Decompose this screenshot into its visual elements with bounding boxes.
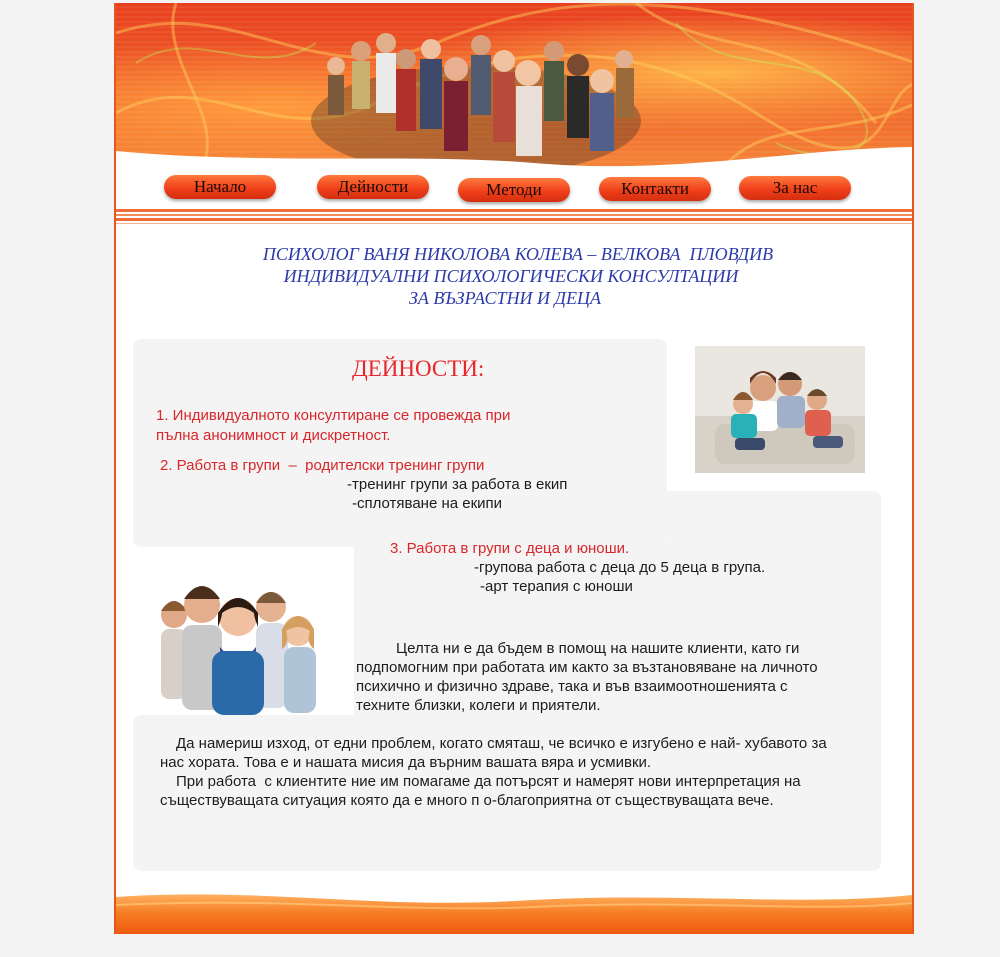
nav-methods-button[interactable]: Методи	[458, 178, 570, 202]
nav-activities-button[interactable]: Дейности	[317, 175, 429, 199]
mission-paragraph-line: съществуващата ситуация която да е много…	[160, 792, 774, 809]
activity-3-sub-2: -арт терапия с юноши	[480, 578, 633, 595]
activity-2-line-1: 2. Работа в групи – родителски тренинг г…	[160, 457, 485, 474]
mission-paragraph-line: нас хората. Това е и нашата мисия да вър…	[160, 754, 652, 771]
banner-wave	[116, 147, 912, 178]
mission-paragraph-line: техните близки, колеги и приятели.	[356, 697, 601, 714]
main-navigation: Начало Дейности Методи Контакти За нас	[116, 175, 912, 205]
activities-title: ДЕЙНОСТИ:	[352, 356, 485, 381]
activity-1-line-2: пълна анонимност и дискретност.	[156, 427, 391, 444]
separator-line	[116, 223, 912, 224]
separator-line	[116, 209, 912, 212]
family-photo	[695, 346, 865, 473]
nav-contacts-button[interactable]: Контакти	[599, 177, 711, 201]
mission-paragraph-line: Да намериш изход, от едни проблем, когат…	[176, 735, 827, 752]
page-headline: ПСИХОЛОГ ВАНЯ НИКОЛОВА КОЛЕВА – ВЕЛКОВА …	[116, 243, 912, 309]
headline-line-1: ПСИХОЛОГ ВАНЯ НИКОЛОВА КОЛЕВА – ВЕЛКОВА …	[262, 244, 774, 264]
header-banner	[116, 3, 912, 178]
nav-home-button[interactable]: Начало	[164, 175, 276, 199]
activity-3-line-1: 3. Работа в групи с деца и юноши.	[390, 540, 630, 557]
nav-about-button[interactable]: За нас	[739, 176, 851, 200]
mission-paragraph-line: подпомогним при работата им както за въз…	[356, 659, 818, 676]
activity-1-line-1: 1. Индивидуалното консултиране се провеж…	[156, 407, 511, 424]
page-container: Начало Дейности Методи Контакти За нас П…	[114, 3, 914, 934]
activities-panel	[667, 491, 881, 547]
mission-paragraph-line: психично и физично здраве, така и във вз…	[356, 678, 788, 695]
teens-photo	[156, 555, 326, 715]
mission-paragraph-line: При работа с клиентите ние им помагаме д…	[176, 773, 801, 790]
headline-line-3: ЗА ВЪЗРАСТНИ И ДЕЦА	[408, 288, 602, 308]
footer-wave	[116, 894, 912, 934]
mission-paragraph-line: Целта ни е да бъдем в помощ на нашите кл…	[396, 640, 800, 657]
separator-line	[116, 218, 912, 221]
separator-line	[116, 214, 912, 216]
activity-2-sub-2: -сплотяване на екипи	[352, 495, 503, 512]
headline-line-2: ИНДИВИДУАЛНИ ПСИХОЛОГИЧЕСКИ КОНСУЛТАЦИИ	[283, 266, 739, 286]
activity-3-sub-1: -групова работа с деца до 5 деца в група…	[474, 559, 766, 576]
activity-2-sub-1: -тренинг групи за работа в екип	[347, 476, 568, 493]
